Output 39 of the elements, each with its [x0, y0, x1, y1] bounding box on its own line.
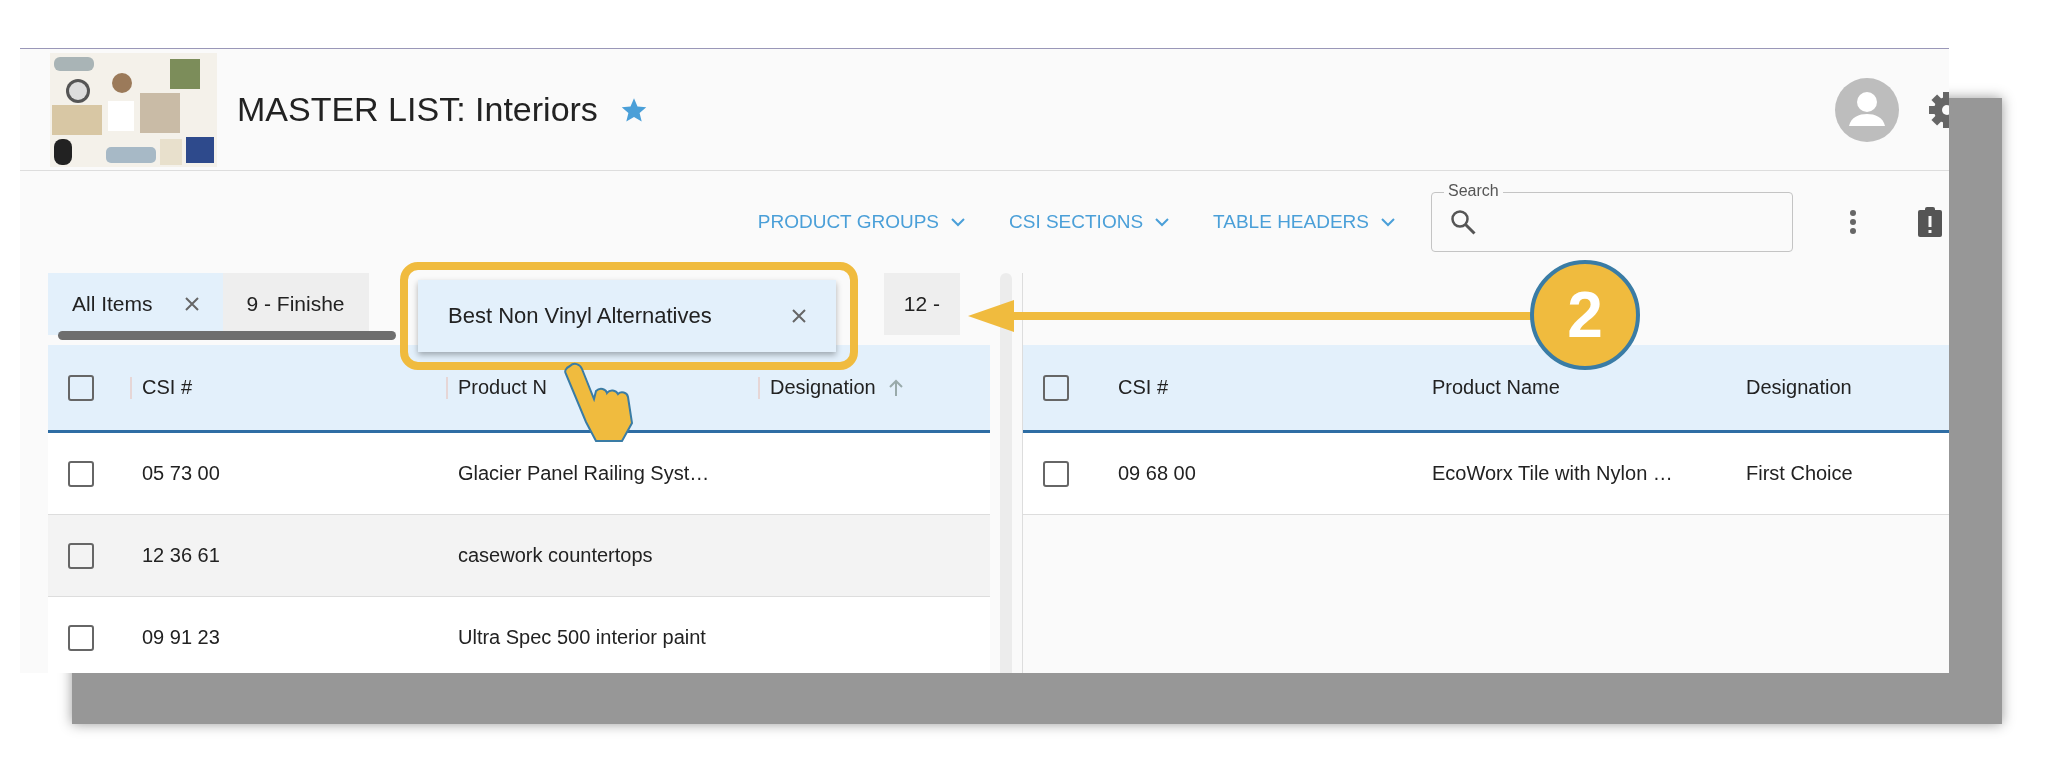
tab[interactable]: All Items: [48, 273, 223, 335]
table-cell-text: 12 36 61: [142, 544, 221, 567]
dragged-tab[interactable]: Best Non Vinyl Alternatives: [418, 280, 836, 352]
chevron-down-icon: [951, 217, 965, 227]
column-header[interactable]: Designation: [770, 376, 876, 399]
table-row[interactable]: 09 68 00 EcoWorx Tile with Nylon … First Choice: [1023, 433, 1949, 515]
table-cell-text: First Choice: [1746, 462, 1854, 485]
chevron-down-icon: [1155, 217, 1170, 227]
clipboard-alert-icon[interactable]: [1917, 206, 1943, 238]
column-header[interactable]: Product Name: [1432, 376, 1560, 399]
table-cell-text: 09 91 23: [142, 626, 221, 649]
table-cell-text: Glacier Panel Railing Syst…: [458, 462, 711, 485]
tab[interactable]: 12 -: [883, 273, 960, 335]
more-vert-icon[interactable]: [1849, 209, 1857, 235]
checkbox[interactable]: [68, 542, 94, 569]
select-all-checkbox[interactable]: [1043, 374, 1069, 401]
select-all-checkbox[interactable]: [68, 374, 94, 401]
checkbox[interactable]: [68, 460, 94, 487]
checkbox[interactable]: [1043, 460, 1069, 487]
table-cell-text: EcoWorx Tile with Nylon …: [1432, 462, 1674, 485]
column-header[interactable]: Designation: [1746, 376, 1852, 399]
scrollbar[interactable]: [58, 331, 396, 340]
close-icon[interactable]: [184, 297, 199, 311]
page-title: MASTER LIST: Interiors: [237, 90, 598, 129]
table-cell-text: Ultra Spec 500 interior paint: [458, 626, 707, 649]
table-cell-text: 09 68 00: [1118, 462, 1197, 485]
chevron-down-icon: [1381, 217, 1395, 227]
table-row[interactable]: 05 73 00 Glacier Panel Railing Syst…: [48, 433, 990, 515]
table-row[interactable]: 12 36 61 casework countertops: [48, 515, 990, 597]
table-row[interactable]: 09 91 23 Ultra Spec 500 interior paint: [48, 597, 990, 673]
table-cell-text: 05 73 00: [142, 462, 221, 485]
column-header[interactable]: CSI #: [142, 376, 193, 399]
column-header[interactable]: Product N: [458, 376, 547, 399]
scrollbar[interactable]: [1000, 273, 1012, 673]
column-header[interactable]: CSI #: [1118, 376, 1169, 399]
close-icon[interactable]: [792, 309, 806, 323]
table-cell-text: casework countertops: [458, 544, 654, 567]
checkbox[interactable]: [68, 624, 94, 651]
search-icon: [1450, 209, 1476, 235]
